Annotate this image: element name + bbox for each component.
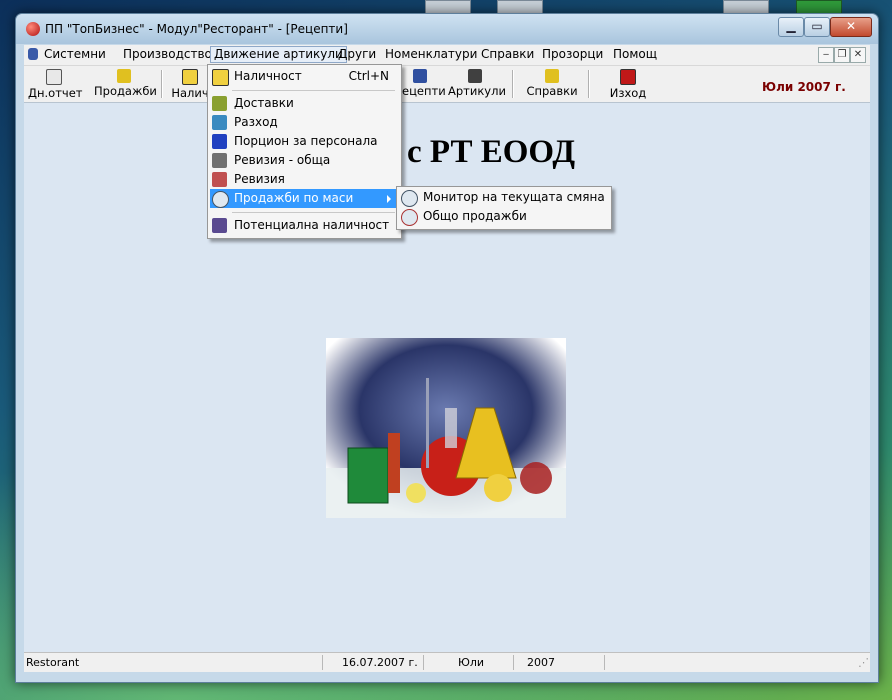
- toolbar-recipes-button[interactable]: ецепти: [402, 67, 446, 101]
- status-month: Юли: [458, 656, 485, 669]
- submenu-item-total-sales[interactable]: Общо продажби: [399, 207, 609, 226]
- app-icon[interactable]: [26, 22, 40, 36]
- menu-reports[interactable]: Справки: [478, 47, 537, 62]
- menu-nomenclatures[interactable]: Номенклатури: [382, 47, 480, 62]
- toolbar-recipes-label: ецепти: [402, 84, 446, 98]
- exit-icon: [620, 69, 636, 85]
- magnifier-icon: [401, 190, 418, 207]
- toolbar-reports-button[interactable]: Справки: [524, 67, 580, 101]
- mdi-close-button[interactable]: ✕: [850, 47, 866, 63]
- menu-system[interactable]: Системни: [25, 47, 109, 62]
- maximize-button[interactable]: ▭: [804, 17, 830, 37]
- eraser-icon: [212, 172, 227, 187]
- menu-item-table-sales[interactable]: Продажби по маси: [210, 189, 399, 208]
- minimize-button[interactable]: ▁: [778, 17, 804, 37]
- menu-system-label: Системни: [44, 47, 106, 61]
- mdi-restore-button[interactable]: ❐: [834, 47, 850, 63]
- status-bar: Restorant 16.07.2007 г. Юли 2007 ⋰: [24, 652, 870, 672]
- status-separator: [604, 655, 605, 670]
- status-date: 16.07.2007 г.: [342, 656, 418, 669]
- laboratory-glassware-image: [326, 338, 566, 518]
- toolbar-sales-label: Продажби: [94, 84, 157, 98]
- menu-item-general-revision-label: Ревизия - обща: [234, 153, 331, 167]
- reports-icon: [545, 69, 559, 83]
- book-icon: [212, 134, 227, 149]
- menu-item-revision[interactable]: Ревизия: [210, 170, 399, 189]
- sales-icon: [117, 69, 131, 83]
- toolbar-sales-button[interactable]: Продажби: [94, 67, 157, 101]
- table-sales-submenu: Монитор на текущата смяна Общо продажби: [396, 186, 612, 230]
- menu-bar: Системни Производство Движение артикули …: [24, 45, 870, 66]
- submenu-item-shift-monitor[interactable]: Монитор на текущата смяна: [399, 188, 609, 207]
- books-icon: [212, 218, 227, 233]
- menu-other[interactable]: Други: [335, 47, 379, 62]
- toolbar-daily-report-label: Дн.отчет: [28, 86, 83, 100]
- toolbar-exit-label: Изход: [609, 86, 647, 100]
- toolbar-daily-report-button[interactable]: Дн.отчет: [28, 67, 83, 101]
- title-bar[interactable]: ПП "ТопБизнес" - Модул"Ресторант" - [Рец…: [16, 14, 878, 44]
- toolbar-separator: [588, 70, 590, 98]
- toolbar-articles-label: Артикули: [448, 84, 506, 98]
- magnifier-icon: [212, 191, 229, 208]
- current-month-label: Юли 2007 г.: [762, 80, 846, 94]
- stock-icon: [182, 69, 198, 85]
- menu-help[interactable]: Помощ: [610, 47, 660, 62]
- menu-separator: [232, 90, 395, 91]
- toolbar-articles-button[interactable]: Артикули: [448, 67, 506, 101]
- menu-item-table-sales-label: Продажби по маси: [234, 191, 354, 205]
- refresh-magnifier-icon: [401, 209, 418, 226]
- submenu-item-shift-monitor-label: Монитор на текущата смяна: [423, 190, 605, 204]
- menu-item-stock[interactable]: Наличност Ctrl+N: [210, 67, 399, 86]
- close-button[interactable]: ✕: [830, 17, 872, 37]
- toolbar-reports-label: Справки: [526, 84, 578, 98]
- menu-article-movement[interactable]: Движение артикули: [210, 46, 347, 63]
- menu-item-stock-label: Наличност: [234, 69, 302, 83]
- submenu-arrow-icon: [387, 195, 391, 203]
- toolbar-separator: [512, 70, 514, 98]
- glassware-illustration: [326, 338, 566, 518]
- menu-item-stock-shortcut: Ctrl+N: [348, 69, 389, 83]
- status-separator: [513, 655, 514, 670]
- menu-item-staff-portion[interactable]: Порцион за персонала: [210, 132, 399, 151]
- menu-item-potential-stock[interactable]: Потенциална наличност: [210, 216, 399, 235]
- menu-item-potential-stock-label: Потенциална наличност: [234, 218, 390, 232]
- menu-windows[interactable]: Прозорци: [539, 47, 606, 62]
- article-movement-dropdown: Наличност Ctrl+N Доставки Разход Порцион…: [207, 64, 402, 239]
- truck-icon: [212, 96, 227, 111]
- mdi-minimize-button[interactable]: ‒: [818, 47, 834, 63]
- company-title: с РТ ЕООД: [407, 134, 576, 170]
- menu-item-expense[interactable]: Разход: [210, 113, 399, 132]
- status-year: 2007: [527, 656, 555, 669]
- resize-grip-icon[interactable]: ⋰: [858, 656, 869, 669]
- submenu-item-total-sales-label: Общо продажби: [423, 209, 527, 223]
- toolbar-stock-button[interactable]: Налич: [170, 67, 210, 101]
- menu-item-revision-label: Ревизия: [234, 172, 285, 186]
- toolbar-exit-button[interactable]: Изход: [608, 67, 648, 101]
- calculator-icon: [212, 153, 227, 168]
- toolbar-separator: [161, 70, 163, 98]
- menu-item-expense-label: Разход: [234, 115, 278, 129]
- stock-icon: [212, 69, 229, 86]
- status-separator: [423, 655, 424, 670]
- status-app-name: Restorant: [26, 656, 80, 669]
- toolbar: Дн.отчет Продажби Налич ецепти Артикули …: [24, 66, 870, 103]
- app-window: ПП "ТопБизнес" - Модул"Ресторант" - [Рец…: [15, 13, 879, 683]
- articles-icon: [468, 69, 482, 83]
- status-separator: [322, 655, 323, 670]
- menu-production[interactable]: Производство: [120, 47, 215, 62]
- menu-separator: [232, 212, 395, 213]
- menu-item-general-revision[interactable]: Ревизия - обща: [210, 151, 399, 170]
- menu-item-deliveries[interactable]: Доставки: [210, 94, 399, 113]
- report-icon: [46, 69, 62, 85]
- menu-item-staff-portion-label: Порцион за персонала: [234, 134, 378, 148]
- expense-icon: [212, 115, 227, 130]
- menu-item-deliveries-label: Доставки: [234, 96, 294, 110]
- toolbar-stock-label: Налич: [171, 86, 209, 100]
- window-title: ПП "ТопБизнес" - Модул"Ресторант" - [Рец…: [45, 22, 348, 36]
- recipes-icon: [413, 69, 427, 83]
- system-menu-icon: [28, 48, 38, 60]
